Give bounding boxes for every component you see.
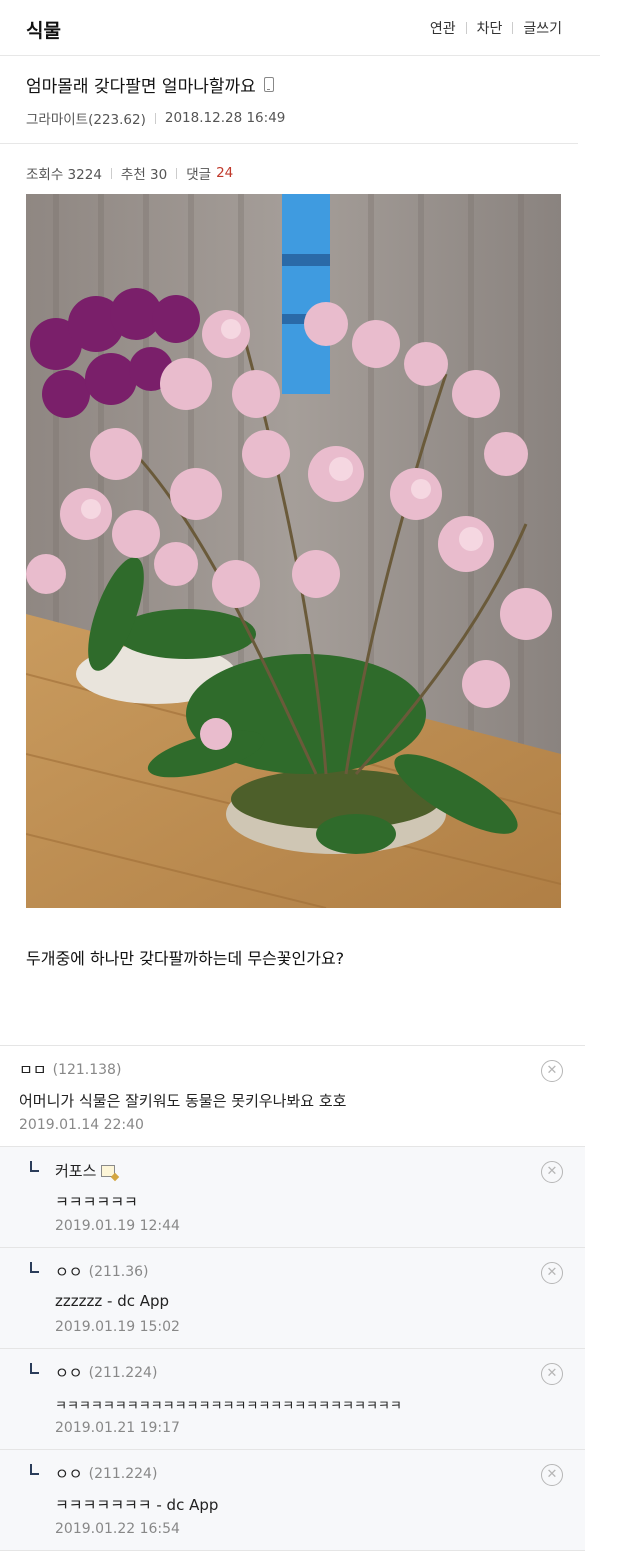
recommend-count: 추천 30 <box>120 167 168 183</box>
post-title-text: 엄마몰래 갖다팔면 얼마나할까요 <box>26 77 256 97</box>
comment-author-name: 커포스 <box>55 1162 97 1180</box>
block-button[interactable]: 차단 <box>477 18 503 38</box>
reply-item: 커포스 ㅋㅋㅋㅋㅋㅋ 2019.01.19 12:44 ✕ <box>0 1147 585 1248</box>
page: 식물 연관 차단 글쓰기 엄마몰래 갖다팔면 얼마나할까요 그라마이트(223.… <box>0 0 623 1555</box>
comment-author-name: ㅇㅇ <box>55 1364 83 1382</box>
reply-item: ㅇㅇ (211.224) ㅋㅋㅋㅋㅋㅋㅋ - dc App 2019.01.22… <box>0 1450 585 1551</box>
reply-item: ㅇㅇ (211.36) zzzzzz - dc App 2019.01.19 1… <box>0 1248 585 1349</box>
post-date: 2018.12.28 16:49 <box>164 110 286 126</box>
comment-date: 2019.01.21 19:17 <box>55 1420 180 1436</box>
comment-date: 2019.01.22 16:54 <box>55 1521 180 1537</box>
post-title: 엄마몰래 갖다팔면 얼마나할까요 <box>26 72 274 97</box>
comment-text: ㅋㅋㅋㅋㅋㅋ <box>55 1193 138 1211</box>
comment-date: 2019.01.19 15:02 <box>55 1319 180 1335</box>
post-header: 엄마몰래 갖다팔면 얼마나할까요 그라마이트(223.62) 2018.12.2… <box>0 56 578 144</box>
divider <box>465 22 467 34</box>
divider <box>154 112 156 124</box>
top-actions: 연관 차단 글쓰기 <box>430 18 562 38</box>
memo-icon <box>101 1164 116 1177</box>
comment-text: zzzzzz - dc App <box>55 1292 170 1310</box>
post-photo[interactable] <box>26 194 561 908</box>
comment-author[interactable]: 커포스 <box>55 1160 116 1181</box>
close-icon[interactable]: ✕ <box>541 1161 563 1183</box>
comment-text: ㅋㅋㅋㅋㅋㅋㅋㅋㅋㅋㅋㅋㅋㅋㅋㅋㅋㅋㅋㅋㅋㅋㅋㅋㅋㅋㅋㅋㅋ <box>55 1399 402 1414</box>
orchid-photo <box>26 194 561 908</box>
comment-author[interactable]: ㅇㅇ (211.224) <box>55 1362 157 1383</box>
reply-arrow-icon <box>30 1262 39 1273</box>
write-button[interactable]: 글쓰기 <box>523 18 562 38</box>
comment-author[interactable]: ㅇㅇ (211.36) <box>55 1261 149 1282</box>
view-count: 조회수 3224 <box>26 167 102 183</box>
comment-date: 2019.01.14 22:40 <box>19 1117 144 1133</box>
top-bar: 식물 연관 차단 글쓰기 <box>0 0 600 56</box>
close-icon[interactable]: ✕ <box>541 1363 563 1385</box>
comment-label[interactable]: 댓글 <box>186 163 211 183</box>
phone-icon <box>263 77 274 92</box>
board-title[interactable]: 식물 <box>26 16 61 43</box>
comment-item: ㅁㅁ (121.138) 어머니가 식물은 잘키워도 동물은 못키우나봐요 호호… <box>0 1046 585 1147</box>
reply-arrow-icon <box>30 1464 39 1475</box>
comment-author[interactable]: ㅁㅁ (121.138) <box>19 1059 121 1080</box>
comment-author-name: ㅇㅇ <box>55 1263 83 1281</box>
post-meta: 그라마이트(223.62) 2018.12.28 16:49 <box>26 108 285 128</box>
reply-item: ㅇㅇ (211.224) ㅋㅋㅋㅋㅋㅋㅋㅋㅋㅋㅋㅋㅋㅋㅋㅋㅋㅋㅋㅋㅋㅋㅋㅋㅋㅋㅋ… <box>0 1349 585 1450</box>
comment-ip: (121.138) <box>52 1061 122 1078</box>
comment-list: ㅁㅁ (121.138) 어머니가 식물은 잘키워도 동물은 못키우나봐요 호호… <box>0 1045 585 1551</box>
reply-arrow-icon <box>30 1363 39 1374</box>
comment-text: ㅋㅋㅋㅋㅋㅋㅋ - dc App <box>55 1496 219 1514</box>
post-author[interactable]: 그라마이트(223.62) <box>26 108 146 128</box>
comment-ip: (211.224) <box>88 1465 158 1482</box>
close-icon[interactable]: ✕ <box>541 1262 563 1284</box>
comment-text: 어머니가 식물은 잘키워도 동물은 못키우나봐요 호호 <box>19 1092 347 1110</box>
comment-author-name: ㅁㅁ <box>19 1061 47 1079</box>
related-button[interactable]: 연관 <box>430 18 456 38</box>
divider <box>176 167 178 179</box>
comment-ip: (211.224) <box>88 1364 158 1381</box>
close-icon[interactable]: ✕ <box>541 1464 563 1486</box>
post-body: 두개중에 하나만 갖다팔까하는데 무슨꽃인가요? <box>26 949 345 968</box>
reply-arrow-icon <box>30 1161 39 1172</box>
comment-ip: (211.36) <box>88 1263 149 1280</box>
comment-author-name: ㅇㅇ <box>55 1465 83 1483</box>
post-stats: 조회수 3224 추천 30 댓글 24 <box>26 163 233 183</box>
comment-date: 2019.01.19 12:44 <box>55 1218 180 1234</box>
divider <box>110 167 112 179</box>
comment-author[interactable]: ㅇㅇ (211.224) <box>55 1463 157 1484</box>
divider <box>512 22 514 34</box>
close-icon[interactable]: ✕ <box>541 1060 563 1082</box>
comment-count[interactable]: 24 <box>216 165 233 181</box>
